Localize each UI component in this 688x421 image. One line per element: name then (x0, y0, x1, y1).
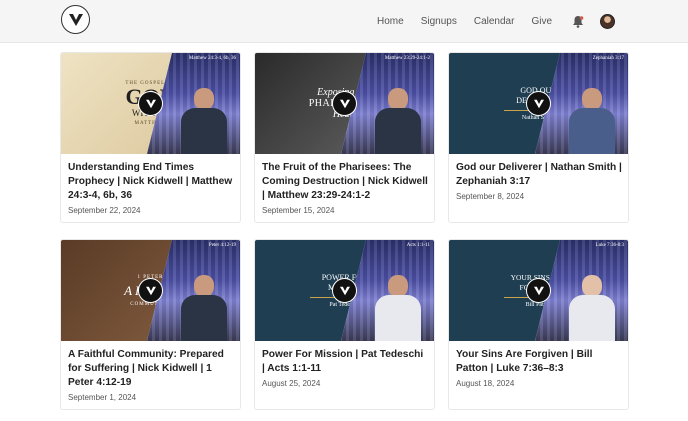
sermon-card[interactable]: Exposing The PHARISAICAL Heart Matthew 2… (254, 52, 435, 223)
nav-give-link[interactable]: Give (531, 16, 552, 27)
sermon-thumbnail: YOUR SINS ARE FORGIVEN Bill Patton Luke … (449, 240, 628, 341)
church-v-logo-icon (138, 91, 163, 116)
sermon-thumbnail: GOD OUR DELIVERER Nathan Smith Zephaniah… (449, 53, 628, 154)
sermon-title[interactable]: God our Deliverer | Nathan Smith | Zepha… (449, 154, 628, 189)
church-logo-icon[interactable] (61, 5, 90, 34)
sermon-date: September 22, 2024 (68, 206, 141, 215)
bell-icon[interactable] (572, 14, 586, 28)
scripture-reference: Matthew 24:3-4, 6b, 36 (188, 56, 236, 61)
sermon-title[interactable]: Your Sins Are Forgiven | Bill Patton | L… (449, 341, 628, 376)
sermon-title[interactable]: Understanding End Times Prophecy | Nick … (61, 154, 240, 203)
speaker-figure (569, 82, 615, 154)
sermon-thumbnail: THE GOSPEL OF GOD WITH US MATTHEW Matthe… (61, 53, 240, 154)
sermon-date: August 18, 2024 (456, 379, 515, 388)
sermon-date: September 1, 2024 (68, 393, 137, 402)
church-v-logo-icon (332, 91, 357, 116)
sermon-thumbnail: POWER FOR MISSION Pat Tedeschi Acts 1:1-… (255, 240, 434, 341)
sermon-card[interactable]: 1 PETER A Faithful COMMUNITY Peter 4:12-… (60, 239, 241, 410)
church-v-logo-icon (526, 91, 551, 116)
sermon-date: August 25, 2024 (262, 379, 321, 388)
speaker-figure (569, 269, 615, 341)
sermon-grid: THE GOSPEL OF GOD WITH US MATTHEW Matthe… (60, 52, 629, 410)
church-v-logo-icon (138, 278, 163, 303)
nav-signups-link[interactable]: Signups (421, 16, 457, 27)
sermon-card[interactable]: POWER FOR MISSION Pat Tedeschi Acts 1:1-… (254, 239, 435, 410)
speaker-figure (181, 82, 227, 154)
site-header: Home Signups Calendar Give (0, 0, 688, 43)
church-v-logo-icon (526, 278, 551, 303)
speaker-figure (181, 269, 227, 341)
sermon-thumbnail: 1 PETER A Faithful COMMUNITY Peter 4:12-… (61, 240, 240, 341)
nav-home-link[interactable]: Home (377, 16, 404, 27)
speaker-figure (375, 82, 421, 154)
sermon-date: September 8, 2024 (456, 192, 525, 201)
sermon-thumbnail: Exposing The PHARISAICAL Heart Matthew 2… (255, 53, 434, 154)
sermon-title[interactable]: A Faithful Community: Prepared for Suffe… (61, 341, 240, 390)
sermon-date: September 15, 2024 (262, 206, 335, 215)
sermon-title[interactable]: The Fruit of the Pharisees: The Coming D… (255, 154, 434, 203)
sermon-card[interactable]: THE GOSPEL OF GOD WITH US MATTHEW Matthe… (60, 52, 241, 223)
user-avatar[interactable] (600, 13, 615, 29)
scripture-reference: Acts 1:1-11 (406, 243, 430, 248)
scripture-reference: Zephaniah 3:17 (592, 56, 624, 61)
sermon-title[interactable]: Power For Mission | Pat Tedeschi | Acts … (255, 341, 434, 376)
scripture-reference: Luke 7:36-8:3 (595, 243, 624, 248)
scripture-reference: Peter 4:12-19 (208, 243, 236, 248)
speaker-figure (375, 269, 421, 341)
sermon-card[interactable]: GOD OUR DELIVERER Nathan Smith Zephaniah… (448, 52, 629, 223)
scripture-reference: Matthew 23:29-24:1-2 (384, 56, 430, 61)
sermon-card[interactable]: YOUR SINS ARE FORGIVEN Bill Patton Luke … (448, 239, 629, 410)
nav-calendar-link[interactable]: Calendar (474, 16, 515, 27)
main-nav: Home Signups Calendar Give (360, 0, 615, 42)
church-v-logo-icon (332, 278, 357, 303)
